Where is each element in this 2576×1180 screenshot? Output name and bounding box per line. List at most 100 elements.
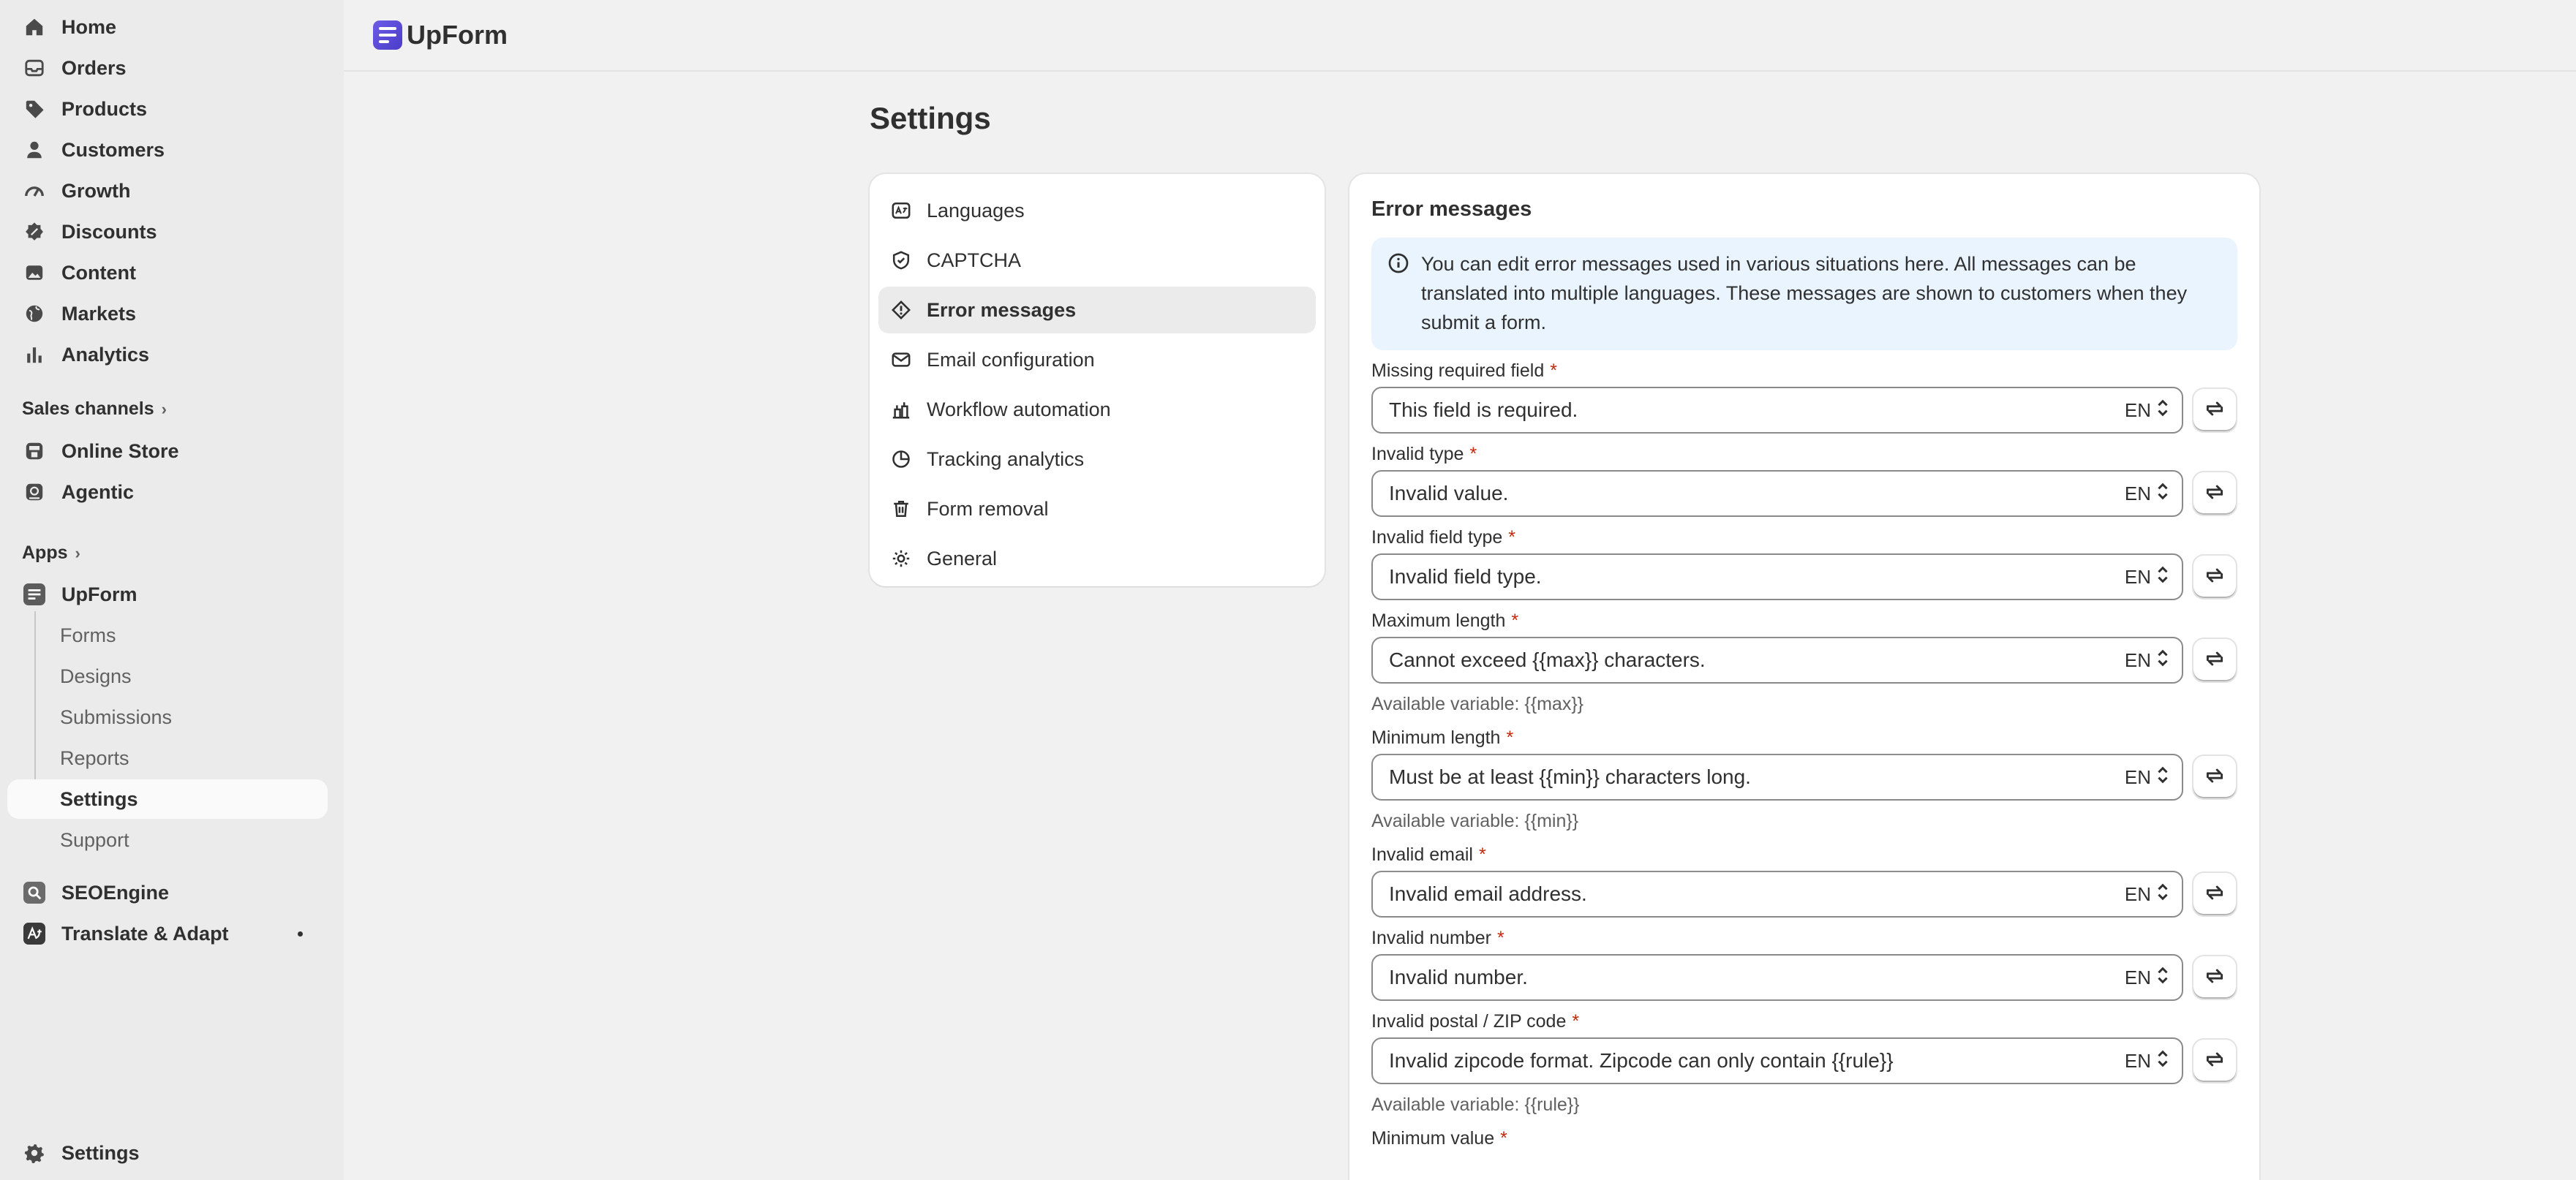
select-chevron-icon xyxy=(2151,648,2170,673)
select-chevron-icon xyxy=(2151,882,2170,907)
sidebar-sub-reports[interactable]: Reports xyxy=(7,738,328,778)
sidebar-item-label: Home xyxy=(61,15,117,38)
language-select[interactable]: EN xyxy=(2125,1039,2170,1083)
sales-channels-header[interactable]: Sales channels › xyxy=(22,398,167,420)
sidebar-item-label: Agentic xyxy=(61,480,135,503)
upform-app-icon xyxy=(23,583,45,605)
settings-nav-workflow-automation[interactable]: Workflow automation xyxy=(878,386,1316,433)
sidebar-item-analytics[interactable]: Analytics xyxy=(7,335,328,374)
globe-icon xyxy=(23,303,45,325)
error-messages-card: Error messages You can edit error messag… xyxy=(1349,174,2259,1180)
message-input[interactable]: Invalid email address. EN xyxy=(1371,871,2183,918)
sidebar-item-products[interactable]: Products xyxy=(7,89,328,129)
home-icon xyxy=(23,16,45,38)
app-header: UpForm xyxy=(344,0,2576,72)
alert-diamond-icon xyxy=(890,299,912,321)
settings-nav-general[interactable]: General xyxy=(878,535,1316,582)
sidebar-item-content[interactable]: Content xyxy=(7,253,328,292)
sidebar-item-seoengine[interactable]: SEOEngine xyxy=(7,873,328,912)
sidebar-item-label: Translate & Adapt xyxy=(61,922,229,945)
sidebar-item-markets[interactable]: Markets xyxy=(7,294,328,333)
language-select[interactable]: EN xyxy=(2125,872,2170,916)
field-row: Invalid field type. EN xyxy=(1371,553,2237,600)
field-label: Minimum length * xyxy=(1371,727,1514,748)
sidebar-item-online-store[interactable]: Online Store xyxy=(7,431,328,471)
translate-sync-button[interactable] xyxy=(2193,639,2236,681)
translate-sync-button[interactable] xyxy=(2193,756,2236,798)
language-code: EN xyxy=(2124,966,2151,988)
message-input[interactable]: Cannot exceed {{max}} characters. EN xyxy=(1371,637,2183,684)
sidebar-sub-designs[interactable]: Designs xyxy=(7,657,328,696)
settings-nav-captcha[interactable]: CAPTCHA xyxy=(878,237,1316,284)
sidebar-item-home[interactable]: Home xyxy=(7,7,328,47)
sidebar-item-label: Customers xyxy=(61,138,165,161)
language-code: EN xyxy=(2124,1049,2151,1072)
sidebar-item-translate-adapt[interactable]: Translate & Adapt xyxy=(7,914,328,953)
language-select[interactable]: EN xyxy=(2125,755,2170,799)
language-code: EN xyxy=(2124,765,2151,788)
select-chevron-icon xyxy=(2151,398,2170,423)
image-icon xyxy=(23,262,45,284)
bar-chart-icon xyxy=(23,344,45,366)
translate-sync-button[interactable] xyxy=(2193,556,2236,598)
translate-sync-button[interactable] xyxy=(2193,1040,2236,1082)
message-input[interactable]: This field is required. EN xyxy=(1371,387,2183,434)
info-icon xyxy=(1388,253,1409,273)
translate-sync-button[interactable] xyxy=(2193,873,2236,915)
discount-icon xyxy=(23,221,45,243)
field-label: Invalid postal / ZIP code * xyxy=(1371,1010,1580,1032)
apps-header[interactable]: Apps › xyxy=(22,542,80,564)
sidebar-sub-support[interactable]: Support xyxy=(7,820,328,860)
settings-nav-email-configuration[interactable]: Email configuration xyxy=(878,336,1316,383)
sidebar-item-orders[interactable]: Orders xyxy=(7,48,328,88)
language-code: EN xyxy=(2124,882,2151,905)
field-row: Invalid zipcode format. Zipcode can only… xyxy=(1371,1037,2237,1084)
language-select[interactable]: EN xyxy=(2125,388,2170,432)
settings-nav-languages[interactable]: Languages xyxy=(878,187,1316,234)
message-input[interactable]: Invalid value. EN xyxy=(1371,470,2183,517)
upform-logo-icon xyxy=(373,20,402,50)
sidebar-sub-forms[interactable]: Forms xyxy=(7,616,328,655)
settings-nav-tracking-analytics[interactable]: Tracking analytics xyxy=(878,436,1316,483)
sidebar-item-label: Settings xyxy=(61,1141,140,1164)
card-title: Error messages xyxy=(1371,197,1532,221)
translate-sync-button[interactable] xyxy=(2193,389,2236,431)
sidebar-item-upform[interactable]: UpForm xyxy=(7,575,328,614)
language-select[interactable]: EN xyxy=(2125,555,2170,599)
message-input[interactable]: Invalid zipcode format. Zipcode can only… xyxy=(1371,1037,2183,1084)
sidebar-item-agentic[interactable]: Agentic xyxy=(7,472,328,512)
field-label: Minimum value * xyxy=(1371,1127,1507,1149)
sidebar-sub-submissions[interactable]: Submissions xyxy=(7,697,328,737)
message-value: Cannot exceed {{max}} characters. xyxy=(1389,648,1706,671)
settings-nav-error-messages[interactable]: Error messages xyxy=(878,287,1316,333)
field-row: Must be at least {{min}} characters long… xyxy=(1371,754,2237,801)
message-value: This field is required. xyxy=(1389,398,1578,421)
language-select[interactable]: EN xyxy=(2125,638,2170,682)
field-row: This field is required. EN xyxy=(1371,387,2237,434)
sync-arrows-icon xyxy=(2203,881,2226,908)
sidebar-item-settings[interactable]: Settings xyxy=(7,1133,328,1173)
sidebar-item-label: UpForm xyxy=(61,583,138,605)
required-asterisk: * xyxy=(1478,844,1486,865)
translate-sync-button[interactable] xyxy=(2193,956,2236,999)
language-select[interactable]: EN xyxy=(2125,472,2170,515)
tag-icon xyxy=(23,98,45,120)
select-chevron-icon xyxy=(2151,482,2170,506)
store-icon xyxy=(23,440,45,462)
translate-sync-button[interactable] xyxy=(2193,472,2236,515)
gauge-icon xyxy=(23,180,45,202)
gear-icon xyxy=(890,548,912,570)
sync-arrows-icon xyxy=(2203,1048,2226,1075)
sidebar-item-customers[interactable]: Customers xyxy=(7,130,328,170)
sidebar-sub-settings[interactable]: Settings xyxy=(7,779,328,819)
message-input[interactable]: Invalid number. EN xyxy=(1371,954,2183,1001)
message-input[interactable]: Invalid field type. EN xyxy=(1371,553,2183,600)
error-field: Invalid field type * Invalid field type. EN xyxy=(1371,524,2237,600)
sidebar-item-discounts[interactable]: Discounts xyxy=(7,212,328,251)
language-select[interactable]: EN xyxy=(2125,956,2170,999)
sidebar-item-growth[interactable]: Growth xyxy=(7,171,328,211)
sync-arrows-icon xyxy=(2203,480,2226,507)
message-input[interactable]: Must be at least {{min}} characters long… xyxy=(1371,754,2183,801)
settings-nav-form-removal[interactable]: Form removal xyxy=(878,485,1316,532)
language-code: EN xyxy=(2124,648,2151,671)
